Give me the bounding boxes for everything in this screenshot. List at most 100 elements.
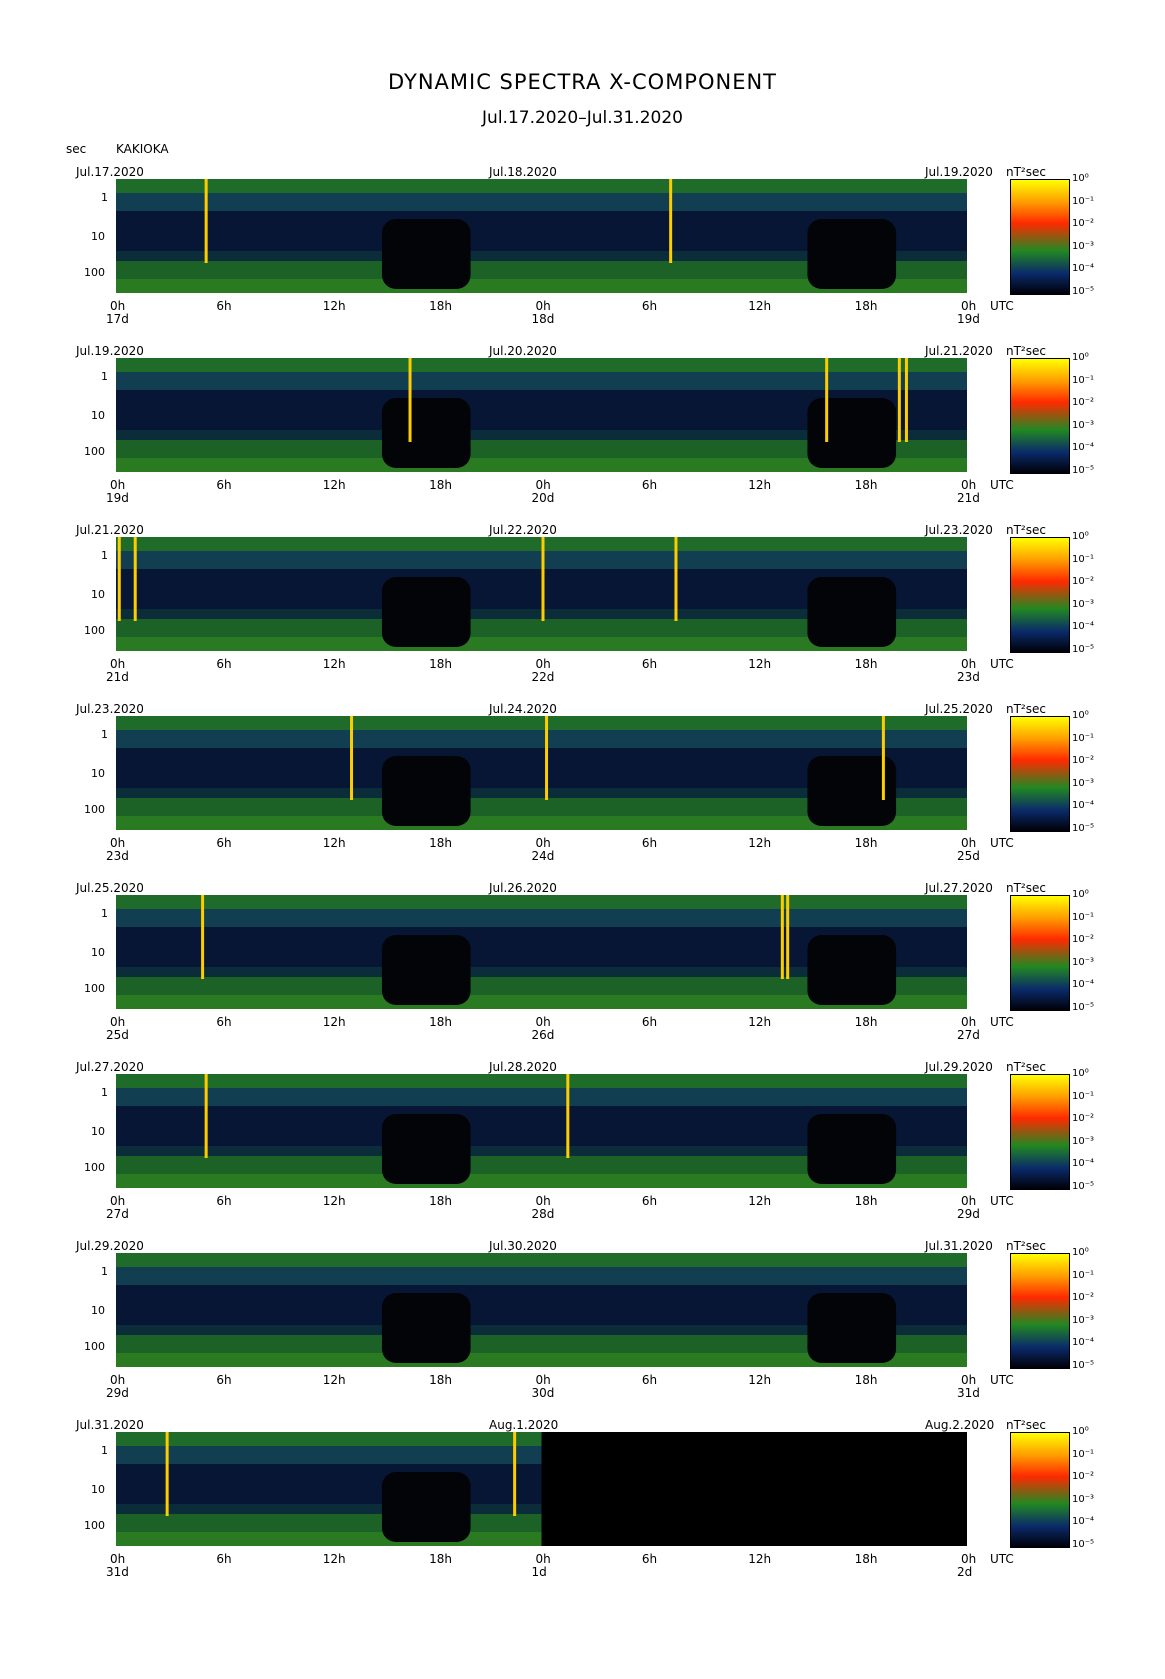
x-tick-label: 6h xyxy=(216,1194,232,1208)
event-spike xyxy=(904,358,908,442)
x-tick-label: 0h xyxy=(961,1194,977,1208)
x-tick-label: 0h xyxy=(110,478,126,492)
colorbar-label: nT²sec xyxy=(1006,881,1046,895)
quiet-zone xyxy=(807,1114,897,1184)
colorbar-tick-label: 10⁰ xyxy=(1072,889,1089,900)
x-tick-label: 18h xyxy=(429,1015,452,1029)
x-tick-label: 18h xyxy=(854,1194,878,1208)
day-label: 23d xyxy=(106,849,129,863)
colorbar-tick-label: 10⁻³ xyxy=(1072,1135,1095,1147)
y-tick-label: 10 xyxy=(91,1483,105,1496)
colorbar-tick-label: 10⁻⁴ xyxy=(1072,442,1095,453)
power-band xyxy=(116,193,967,211)
day-label: 26d xyxy=(531,1028,555,1042)
quiet-zone xyxy=(381,398,471,468)
colorbar-tick-label: 10⁻⁵ xyxy=(1072,464,1095,476)
quiet-zone xyxy=(381,1293,471,1363)
date-left: Jul.23.2020 xyxy=(76,702,144,716)
colorbar-tick-label: 10⁻² xyxy=(1072,576,1095,587)
colorbar-tick-label: 10⁻² xyxy=(1072,218,1095,229)
date-left: Jul.17.2020 xyxy=(76,165,144,179)
x-tick-label: 0h xyxy=(110,1015,126,1029)
day-label: 31d xyxy=(106,1565,129,1579)
x-tick-label: 6h xyxy=(216,299,232,313)
x-tick-label: 12h xyxy=(748,1552,772,1566)
panel-7: Jul.31.2020 Aug.1.2020 Aug.2.2020 nT²sec 1 10… xyxy=(0,1418,1165,1598)
panel-3: Jul.23.2020 Jul.24.2020 Jul.25.2020 nT²sec 1… xyxy=(0,702,1165,882)
x-tick-label: 6h xyxy=(216,1015,232,1029)
x-tick-label: 6h xyxy=(641,1194,658,1208)
colorbar xyxy=(1010,358,1070,474)
date-right: Aug.2.2020 xyxy=(925,1418,995,1432)
x-tick-label: 0h xyxy=(961,657,977,671)
x-tick-label: 0h xyxy=(535,478,551,492)
x-unit-label: UTC xyxy=(990,657,1014,671)
y-tick-label: 1 xyxy=(101,728,108,741)
y-tick-label: 100 xyxy=(84,1519,105,1532)
quiet-zone xyxy=(807,935,897,1005)
x-tick-label: 6h xyxy=(216,657,232,671)
colorbar-tick-label: 10⁻² xyxy=(1072,1292,1095,1303)
spectrogram-plot xyxy=(116,537,967,651)
date-mid: Jul.18.2020 xyxy=(489,165,557,179)
colorbar-tick-label: 10⁰ xyxy=(1072,710,1089,721)
x-tick-label: 18h xyxy=(429,478,452,492)
date-right: Jul.19.2020 xyxy=(925,165,993,179)
quiet-zone xyxy=(807,1293,897,1363)
x-unit-label: UTC xyxy=(990,1015,1014,1029)
event-spike xyxy=(881,716,885,800)
x-tick-label: 6h xyxy=(641,1015,658,1029)
day-label: 1d xyxy=(531,1565,547,1579)
spectrogram-plot xyxy=(116,1074,967,1188)
x-tick-label: 6h xyxy=(216,1373,232,1387)
event-spike xyxy=(133,537,137,621)
day-label: 19d xyxy=(106,491,129,505)
panel-1: Jul.19.2020 Jul.20.2020 Jul.21.2020 nT²sec 1… xyxy=(0,344,1165,524)
event-spike xyxy=(204,1074,208,1158)
event-spike xyxy=(780,895,784,979)
x-tick-label: 18h xyxy=(854,299,878,313)
power-band xyxy=(116,895,967,909)
day-label: 21d xyxy=(957,491,980,505)
quiet-zone xyxy=(381,935,471,1005)
event-spike xyxy=(513,1432,517,1516)
day-label: 25d xyxy=(106,1028,129,1042)
colorbar-tick-label: 10⁻⁵ xyxy=(1072,1538,1095,1550)
date-mid: Jul.28.2020 xyxy=(489,1060,557,1074)
data-gap xyxy=(541,1432,967,1546)
colorbar-tick-label: 10⁻¹ xyxy=(1072,732,1095,744)
spectrogram-svg xyxy=(116,1074,967,1188)
colorbar-tick-label: 10⁻⁵ xyxy=(1072,822,1095,834)
colorbar-tick-label: 10⁻³ xyxy=(1072,1314,1095,1326)
x-tick-label: 12h xyxy=(748,1373,772,1387)
quiet-zone xyxy=(807,577,897,647)
y-tick-label: 1 xyxy=(101,907,108,920)
power-band xyxy=(116,372,967,390)
y-tick-label: 10 xyxy=(91,1125,105,1138)
event-spike xyxy=(545,716,549,800)
colorbar-tick-label: 10⁰ xyxy=(1072,531,1089,542)
x-tick-label: 6h xyxy=(641,299,658,313)
x-tick-label: 18h xyxy=(854,478,878,492)
day-label: 27d xyxy=(106,1207,129,1221)
colorbar-label: nT²sec xyxy=(1006,1239,1046,1253)
colorbar-tick-label: 10⁻⁵ xyxy=(1072,643,1095,655)
date-mid: Jul.30.2020 xyxy=(489,1239,557,1253)
spectrogram-plot xyxy=(116,1253,967,1367)
y-tick-label: 1 xyxy=(101,549,108,562)
date-left: Jul.19.2020 xyxy=(76,344,144,358)
power-band xyxy=(116,1267,967,1285)
event-spike xyxy=(350,716,354,800)
colorbar-tick-label: 10⁻³ xyxy=(1072,419,1095,431)
colorbar-tick-label: 10⁻² xyxy=(1072,1471,1095,1482)
x-tick-label: 12h xyxy=(748,657,772,671)
spectrogram-svg xyxy=(116,537,967,651)
date-left: Jul.31.2020 xyxy=(76,1418,144,1432)
panel-0: Jul.17.2020 Jul.18.2020 Jul.19.2020 nT²sec 1… xyxy=(0,165,1165,345)
colorbar xyxy=(1010,895,1070,1011)
x-tick-label: 12h xyxy=(322,478,346,492)
day-label: 28d xyxy=(531,1207,555,1221)
spectrogram-svg xyxy=(116,358,967,472)
x-unit-label: UTC xyxy=(990,1373,1014,1387)
x-unit-label: UTC xyxy=(990,1552,1014,1566)
